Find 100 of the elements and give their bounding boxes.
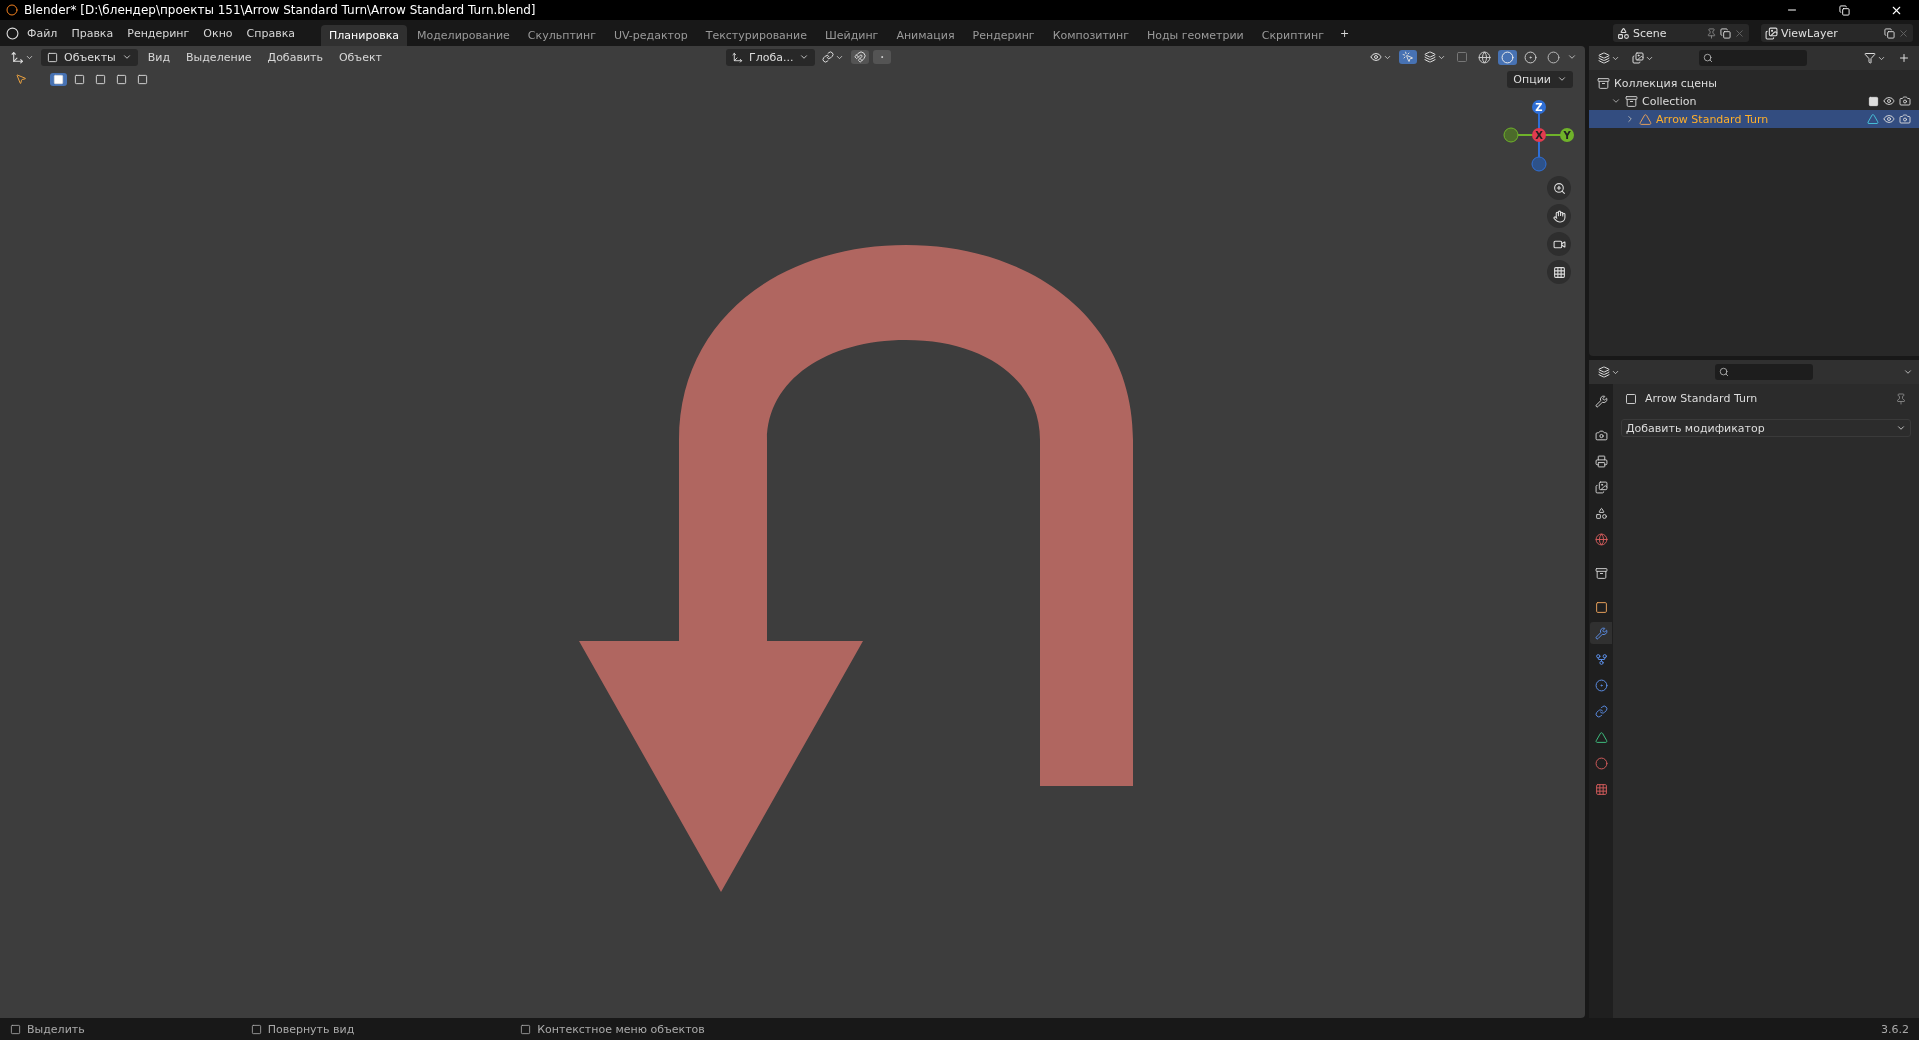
- search-field[interactable]: [1699, 50, 1807, 66]
- images-icon: [1594, 480, 1608, 494]
- camera-icon: [1899, 113, 1911, 125]
- layers-icon: [1598, 52, 1610, 64]
- outliner-row[interactable]: Коллекция сцены: [1589, 74, 1919, 92]
- pin-icon: [1895, 392, 1907, 405]
- pan-button[interactable]: [1547, 204, 1571, 228]
- square-icon: [95, 73, 106, 85]
- workspace-tab[interactable]: Композитинг: [1044, 25, 1137, 46]
- zoom-button[interactable]: [1547, 176, 1571, 200]
- view-layer-name: ViewLayer: [1781, 26, 1839, 40]
- box-icon: [1594, 566, 1608, 580]
- menu-item[interactable]: Окно: [197, 23, 239, 43]
- shading-button[interactable]: [1498, 49, 1517, 65]
- view-layer-selector[interactable]: ViewLayer: [1761, 24, 1913, 42]
- workspace-tab[interactable]: Анимация: [888, 25, 963, 46]
- workspace-tab[interactable]: Шейдинг: [816, 25, 887, 46]
- chevron-icon: [799, 52, 810, 62]
- shading-button[interactable]: [1475, 49, 1494, 65]
- gizmo-toggle[interactable]: [1399, 50, 1417, 64]
- workspace-tab[interactable]: UV-редактор: [605, 25, 696, 46]
- status-hint: Выделить: [27, 1022, 85, 1036]
- copy-icon[interactable]: [1720, 27, 1731, 39]
- add-workspace-button[interactable]: +: [1333, 23, 1356, 43]
- window-title: Blender* [D:\блендер\проекты 151\Arrow Standard Turn\Arrow Standard Turn.blend]: [24, 3, 537, 17]
- add-modifier-dropdown[interactable]: Добавить модификатор: [1621, 419, 1911, 437]
- chevron-icon: [1896, 423, 1906, 433]
- orientation-dropdown[interactable]: Глоба...: [725, 48, 816, 66]
- square-icon: [74, 73, 85, 85]
- search-icon: [1719, 367, 1729, 377]
- chevron-icon: [1557, 74, 1567, 84]
- outliner-label: Коллекция сцены: [1614, 76, 1718, 90]
- triangle-icon: [1594, 730, 1608, 744]
- workspace-tab[interactable]: Планировка: [321, 25, 407, 46]
- workspace-tab[interactable]: Скриптинг: [1253, 25, 1332, 46]
- sphere-icon: [1594, 756, 1608, 770]
- workspace-tab[interactable]: Ноды геометрии: [1138, 25, 1252, 46]
- chevron-icon: [121, 52, 132, 62]
- camera-icon: [1594, 428, 1608, 442]
- scene-icon: [1617, 26, 1630, 40]
- eye-icon: [1883, 113, 1895, 125]
- layers-icon: [1424, 51, 1436, 63]
- magnet-icon: [854, 51, 867, 63]
- filter-icon: [1864, 52, 1876, 64]
- menu-item[interactable]: Вид: [141, 47, 177, 67]
- menu-item[interactable]: Справка: [240, 23, 302, 43]
- eye-icon: [1883, 95, 1895, 107]
- shading-button[interactable]: [1544, 49, 1563, 65]
- grid-view-button[interactable]: [1547, 260, 1571, 284]
- 3d-viewport[interactable]: Объекты Вид Выделение Добавить Объект Глоба... Опции Z X Y: [0, 46, 1585, 1018]
- printer-icon: [1594, 454, 1608, 468]
- camera-view-button[interactable]: [1547, 232, 1571, 256]
- particles-icon: [1594, 652, 1608, 666]
- workspace-tab[interactable]: Скульптинг: [519, 25, 604, 46]
- copy-icon[interactable]: [1884, 27, 1895, 39]
- grid-icon: [1552, 265, 1566, 279]
- material-sphere-icon: [1524, 50, 1537, 64]
- menu-item[interactable]: Объект: [332, 47, 388, 67]
- restore-icon: [1838, 4, 1850, 16]
- solid-sphere-icon: [1501, 50, 1514, 64]
- box-icon: [1625, 94, 1638, 108]
- orbit-icon: [1594, 678, 1608, 692]
- object-icon: [1625, 392, 1637, 405]
- shading-button[interactable]: [1521, 49, 1540, 65]
- version-label: 3.6.2: [1881, 1022, 1909, 1036]
- cursor-icon: [15, 73, 27, 85]
- select-mode-button[interactable]: [50, 72, 67, 86]
- outliner-label: Collection: [1642, 94, 1698, 108]
- outliner-row[interactable]: Arrow Standard Turn: [1589, 110, 1919, 128]
- chevron-icon[interactable]: [1903, 367, 1913, 377]
- checkbox[interactable]: [1868, 95, 1879, 107]
- scene-name: Scene: [1633, 26, 1668, 40]
- scene-selector[interactable]: Scene: [1613, 24, 1749, 42]
- link-icon: [1594, 704, 1608, 718]
- wireframe-sphere-icon: [1478, 50, 1491, 64]
- square-icon: [1456, 51, 1468, 63]
- workspace-tab[interactable]: Моделирование: [409, 25, 518, 46]
- menu-item[interactable]: Рендеринг: [121, 23, 196, 43]
- chevron-icon[interactable]: [1567, 52, 1577, 62]
- menu-item[interactable]: Добавить: [261, 47, 329, 67]
- wrench-icon: [1594, 626, 1608, 640]
- menu-item[interactable]: Выделение: [180, 47, 258, 67]
- status-hint: Повернуть вид: [267, 1022, 355, 1036]
- pin-icon[interactable]: [1706, 27, 1717, 39]
- workspace-tab[interactable]: Рендеринг: [964, 25, 1043, 46]
- search-field[interactable]: [1715, 364, 1813, 380]
- menu-item[interactable]: Файл: [21, 23, 64, 43]
- axes-icon: [11, 50, 24, 64]
- square-icon: [116, 73, 127, 85]
- menu-item[interactable]: Правка: [65, 23, 120, 43]
- snap-button[interactable]: [851, 50, 870, 64]
- mode-dropdown[interactable]: Объекты: [41, 48, 138, 66]
- hand-icon: [1552, 209, 1566, 223]
- square-icon: [1594, 600, 1608, 614]
- navigation-gizmo-drawing[interactable]: Z X Y: [1502, 98, 1576, 172]
- search-icon: [1703, 53, 1713, 63]
- workspace-tab[interactable]: Текстурирование: [697, 25, 815, 46]
- images-icon: [1632, 52, 1644, 64]
- outliner-row[interactable]: Collection: [1589, 92, 1919, 110]
- options-dropdown[interactable]: Опции: [1507, 70, 1573, 88]
